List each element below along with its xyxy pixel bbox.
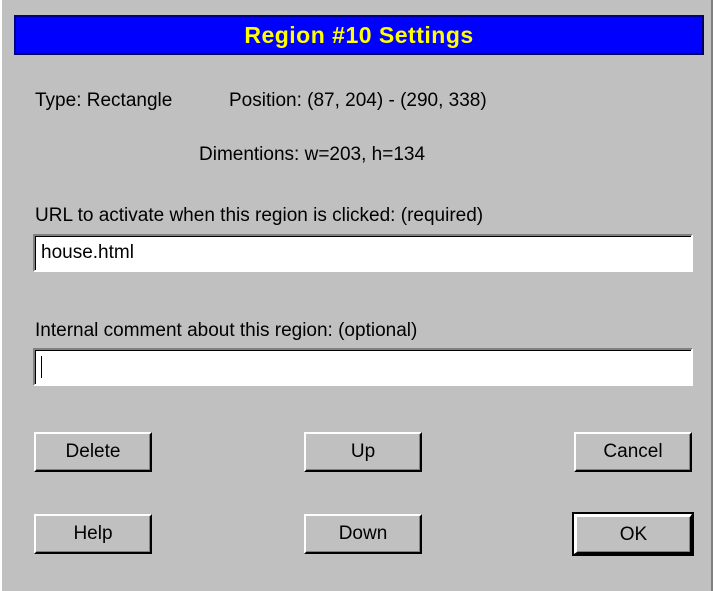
down-button[interactable]: Down bbox=[304, 514, 422, 554]
comment-field-label: Internal comment about this region: (opt… bbox=[35, 320, 418, 341]
region-settings-dialog: Region #10 Settings Type: Rectangle Posi… bbox=[0, 0, 713, 591]
region-position-label: Position: (87, 204) - (290, 338) bbox=[229, 90, 487, 111]
ok-button[interactable]: OK bbox=[572, 512, 694, 556]
region-type-label: Type: Rectangle bbox=[35, 90, 173, 111]
title-bar: Region #10 Settings bbox=[14, 15, 704, 55]
dialog-left-edge bbox=[0, 0, 2, 591]
delete-button[interactable]: Delete bbox=[34, 432, 152, 472]
cancel-button[interactable]: Cancel bbox=[574, 432, 692, 472]
up-button[interactable]: Up bbox=[304, 432, 422, 472]
dialog-title: Region #10 Settings bbox=[244, 21, 474, 48]
url-input[interactable] bbox=[33, 234, 693, 272]
comment-input[interactable] bbox=[33, 348, 693, 386]
text-cursor bbox=[41, 356, 42, 378]
region-dimensions-label: Dimentions: w=203, h=134 bbox=[199, 144, 426, 165]
help-button[interactable]: Help bbox=[34, 514, 152, 554]
url-field-label: URL to activate when this region is clic… bbox=[35, 205, 484, 226]
